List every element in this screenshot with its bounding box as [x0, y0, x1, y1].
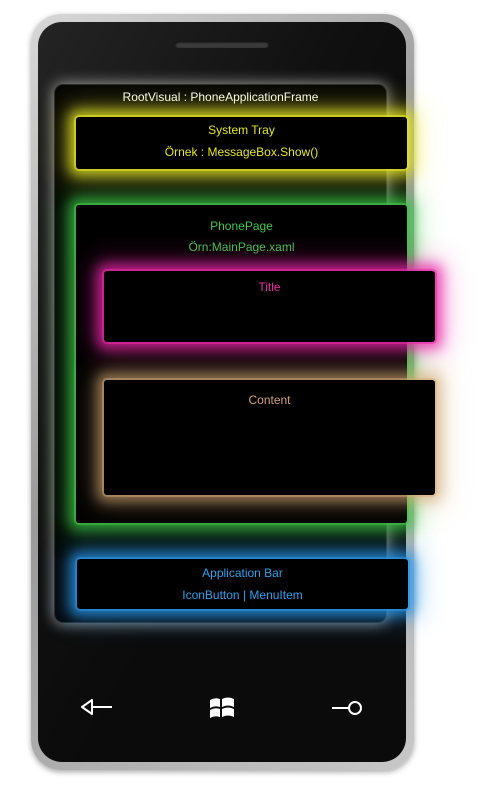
- phone-page-title: PhonePage: [210, 219, 273, 233]
- back-icon[interactable]: [80, 696, 114, 718]
- application-bar-items: IconButton | MenuItem: [182, 588, 303, 602]
- title-region-label: Title: [258, 280, 281, 294]
- windows-logo-icon[interactable]: [208, 695, 236, 721]
- search-icon[interactable]: [330, 698, 364, 718]
- system-tray-title: System Tray: [208, 123, 275, 137]
- application-bar-title: Application Bar: [202, 566, 283, 580]
- content-region-label: Content: [248, 393, 291, 407]
- root-visual-label: RootVisual : PhoneApplicationFrame: [122, 90, 319, 104]
- speaker-grille: [175, 41, 269, 48]
- phone-page-example: Örn:MainPage.xaml: [188, 240, 295, 254]
- system-tray-example: Örnek : MessageBox.Show(): [164, 145, 319, 159]
